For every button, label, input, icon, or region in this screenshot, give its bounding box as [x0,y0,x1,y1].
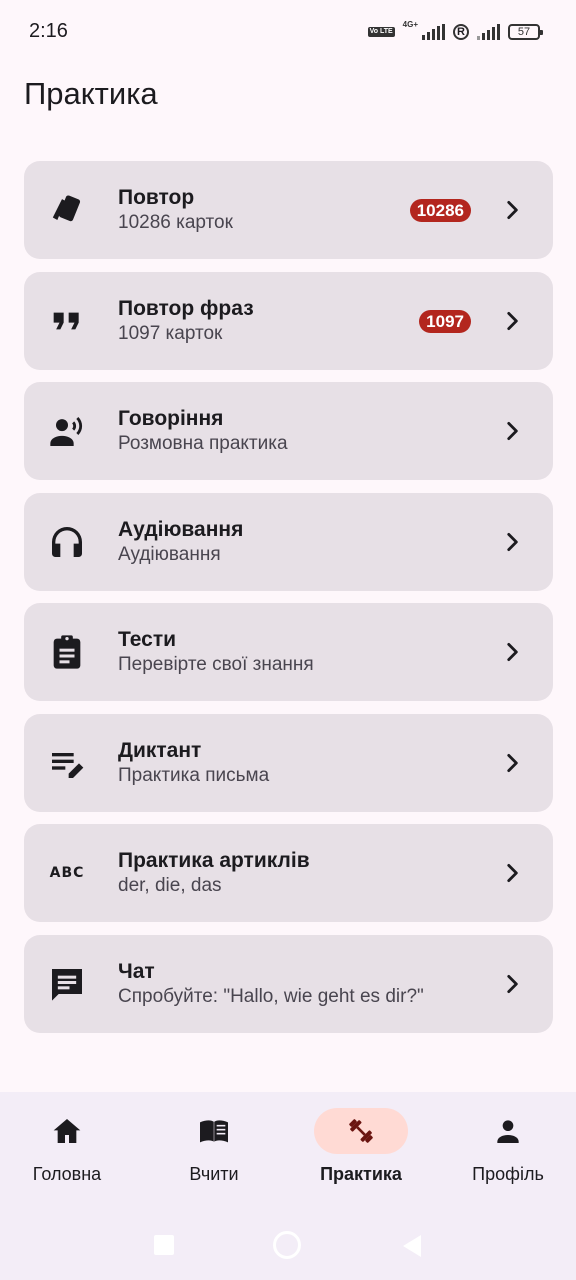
status-time: 2:16 [29,20,68,42]
menu-item-phrase-review[interactable]: Повтор фраз 1097 карток 1097 [24,271,553,370]
chevron-right-icon [507,974,518,993]
menu-item-title: Говоріння [118,407,224,430]
nav-label: Профіль [472,1164,544,1184]
square-icon [154,1235,174,1255]
menu-item-dictation[interactable]: Диктант Практика письма [24,713,553,812]
abc-icon: ABC [47,853,87,893]
menu-item-title: Тести [118,628,177,651]
nav-label: Головна [32,1164,102,1184]
menu-item-title: Практика артиклів [118,849,310,872]
menu-item-subtitle: 10286 карток [118,212,233,233]
nav-label: Практика [320,1164,402,1184]
chevron-right-icon [507,201,518,219]
status-icons: Vo LTE 4G+ R 57 [367,20,543,44]
chat-icon [47,964,87,1004]
person-icon [497,1120,519,1143]
menu-item-speaking[interactable]: Говоріння Розмовна практика [24,382,553,480]
back-system-button[interactable] [401,1234,423,1263]
network-type-label: 4G+ [402,20,418,29]
signal-icon-2 [477,24,500,40]
chevron-right-icon [507,422,518,440]
chevron-right-icon [507,311,518,330]
book-icon [200,1120,228,1143]
battery-icon: 57 [508,24,543,40]
edit-notes-icon [47,743,87,783]
bottom-navigation: Головна Вчити Практика Профіль [0,1092,576,1212]
chevron-right-icon [507,643,518,661]
chevron-right-icon [507,753,518,772]
menu-item-title: Повтор [118,186,195,209]
chevron-right-icon [507,532,518,551]
menu-item-subtitle: Практика письма [118,764,270,786]
nav-pill [461,1108,555,1154]
menu-item-title: Повтор фраз [118,296,254,320]
home-icon [53,1119,81,1143]
nav-item-practice[interactable]: Практика [301,1108,421,1185]
menu-item-title: Чат [118,959,155,983]
triangle-back-icon [403,1235,421,1257]
menu-item-tests[interactable]: Тести Перевірте свої знання [24,603,553,701]
menu-item-title: Диктант [118,738,202,762]
count-badge: 1097 [419,309,471,333]
menu-item-subtitle: 1097 карток [118,322,223,344]
status-bar: 2:16 Vo LTE 4G+ R 57 [0,0,576,64]
abc-icon-text: ABC [49,865,85,881]
count-badge: 10286 [409,199,471,222]
page-title: Практика [24,76,158,111]
roaming-icon: R [453,24,469,40]
circle-icon [273,1231,301,1259]
signal-icon [422,24,445,40]
menu-item-subtitle: der, die, das [118,875,222,896]
nav-item-home[interactable]: Головна [7,1108,127,1185]
chevron-right-icon [507,864,518,882]
home-system-button[interactable] [272,1230,302,1265]
menu-item-articles[interactable]: ABC Практика артиклів der, die, das [24,824,553,922]
speaking-person-icon [47,411,87,451]
nav-pill [20,1108,114,1154]
nav-item-learn[interactable]: Вчити [154,1108,274,1185]
nav-pill [167,1108,261,1154]
menu-item-subtitle: Розмовна практика [118,433,288,454]
volte-icon: Vo LTE [367,27,395,37]
nav-pill-active [314,1108,408,1154]
menu-item-review[interactable]: Повтор 10286 карток 10286 [24,161,553,259]
menu-item-subtitle: Аудіювання [118,543,221,565]
nav-label: Вчити [189,1164,239,1184]
clipboard-icon [47,632,87,672]
quote-icon [47,301,87,341]
menu-item-subtitle: Перевірте свої знання [118,654,314,675]
headphones-icon [47,522,87,562]
menu-item-subtitle: Спробуйте: "Hallo, wie geht es dir?" [118,985,424,1007]
cards-icon [47,190,87,230]
system-navigation-bar [0,1212,576,1280]
practice-menu-list: Повтор 10286 карток 10286 Повтор фраз 10… [24,161,553,1045]
recents-button[interactable] [153,1234,175,1261]
nav-item-profile[interactable]: Профіль [448,1108,568,1185]
menu-item-listening[interactable]: Аудіювання Аудіювання [24,492,553,591]
menu-item-chat[interactable]: Чат Спробуйте: "Hallo, wie geht es dir?" [24,934,553,1033]
dumbbell-icon [349,1119,373,1143]
menu-item-title: Аудіювання [118,517,244,541]
